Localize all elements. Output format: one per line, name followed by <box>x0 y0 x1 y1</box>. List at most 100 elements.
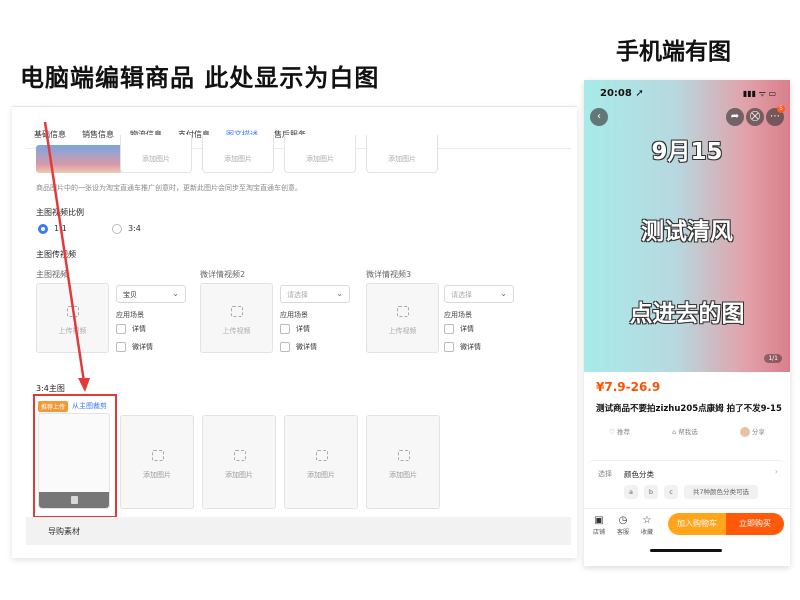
scene-check-detail[interactable]: 详情 <box>116 323 146 335</box>
hero-text-line: 点进去的图 <box>629 301 745 327</box>
sku-label: 选择 <box>598 470 612 478</box>
upload-video-label: 上传视频 <box>222 327 251 335</box>
add-image-tile[interactable]: 添加图片 <box>202 415 276 509</box>
service-icon: ◷ <box>618 515 628 526</box>
add-image-label: 添加图片 <box>389 471 417 479</box>
add-image-slot[interactable]: 添加图片 <box>366 135 438 173</box>
recommend-action[interactable]: ♡ 推荐 <box>609 426 630 437</box>
upload-video-label: 上传视频 <box>58 327 87 335</box>
sku-count-chip[interactable]: 共7种颜色分类可选 <box>684 485 758 499</box>
checkbox[interactable] <box>280 324 290 334</box>
video-label-main: 主图视频 <box>36 270 68 279</box>
annotation-red-box <box>33 394 117 518</box>
checkbox-label: 详情 <box>132 325 146 333</box>
phone-screen: 20:08 ➚ ▮▮▮ ᯤ ▭ ‹ ➦ ⛒ ⋯ 5 9月15 测试清风 点进去的… <box>584 80 790 566</box>
sku-chip[interactable]: c <box>664 485 678 499</box>
checkbox-label: 详情 <box>296 325 310 333</box>
favorite-button[interactable]: ☆ 收藏 <box>636 515 658 536</box>
scene-title: 应用场景 <box>444 311 472 319</box>
checkbox-label: 微详情 <box>296 343 317 351</box>
sku-value: 颜色分类 <box>624 470 654 479</box>
buy-now-button[interactable]: 立即购买 <box>726 513 784 535</box>
hero-text-line: 测试清风 <box>641 219 733 245</box>
add-image-slot[interactable]: 添加图片 <box>284 135 356 173</box>
store-button[interactable]: ▣ 店铺 <box>588 515 610 536</box>
home-indicator <box>650 549 722 552</box>
shopping-material-label: 导购素材 <box>48 527 80 536</box>
add-image-slot[interactable]: 添加图片 <box>120 135 192 173</box>
image-counter: 1/1 <box>764 354 782 363</box>
sku-selector[interactable]: 选择 颜色分类 › a b c 共7种颜色分类可选 <box>588 460 786 506</box>
add-image-label: 添加图片 <box>307 471 335 479</box>
checkbox-label: 微详情 <box>460 343 481 351</box>
add-image-label: 添加图片 <box>225 471 253 479</box>
shopping-material-section: 导购素材 <box>26 517 571 545</box>
add-image-label: 添加图片 <box>224 155 252 163</box>
chevron-down-icon: ⌄ <box>172 289 179 298</box>
store-icon: ▣ <box>594 515 604 526</box>
share-icon[interactable]: ➦ <box>726 108 744 126</box>
image-hint-text: 商品图片中的一张设为淘宝直通车推广创意时，更新此图片会同步至淘宝直通车创意。 <box>36 184 302 192</box>
status-time: 20:08 ➚ <box>600 88 644 99</box>
store-label: 店铺 <box>592 529 605 536</box>
price-range: ¥7.9-26.9 <box>596 380 661 394</box>
video-type-select[interactable]: 请选择 ⌄ <box>444 285 514 303</box>
main-image-thumbnail[interactable] <box>36 145 122 173</box>
status-icons: ▮▮▮ ᯤ ▭ <box>742 89 776 98</box>
scene-check-micro-detail[interactable]: 微详情 <box>444 341 481 353</box>
ratio-radio-1-1[interactable] <box>38 224 48 234</box>
scene-title: 应用场景 <box>116 311 144 319</box>
scene-check-micro-detail[interactable]: 微详情 <box>116 341 153 353</box>
sku-chip[interactable]: a <box>624 485 638 499</box>
upload-video-icon <box>397 306 409 317</box>
add-image-icon <box>152 450 164 461</box>
add-image-label: 添加图片 <box>306 155 334 163</box>
desktop-editor-panel: 基础信息 销售信息 物流信息 支付信息 图文描述 售后服务 添加图片 添加图片 … <box>12 106 577 558</box>
video-type-select[interactable]: 请选择 ⌄ <box>280 285 350 303</box>
add-image-tile[interactable]: 添加图片 <box>366 415 440 509</box>
upload-video-label: 上传视频 <box>388 327 417 335</box>
upload-video-box[interactable]: 上传视频 <box>200 283 273 353</box>
upload-video-box[interactable]: 上传视频 <box>36 283 109 353</box>
video-ratio-title: 主图视频比例 <box>36 208 84 217</box>
ratio-label-3-4: 3:4 <box>128 224 141 233</box>
checkbox[interactable] <box>444 324 454 334</box>
sku-chip[interactable]: b <box>644 485 658 499</box>
add-image-tile[interactable]: 添加图片 <box>120 415 194 509</box>
service-button[interactable]: ◷ 客服 <box>612 515 634 536</box>
hero-text-line: 9月15 <box>651 139 723 165</box>
video-type-select-value: 宝贝 <box>123 291 137 299</box>
checkbox[interactable] <box>116 342 126 352</box>
caption-right: 手机端有图 <box>616 39 731 65</box>
add-to-cart-button[interactable]: 加入购物车 <box>668 513 726 535</box>
checkbox[interactable] <box>280 342 290 352</box>
checkbox-label: 微详情 <box>132 343 153 351</box>
video-label-micro-3: 微详情视频3 <box>366 270 412 279</box>
product-actions: ♡ 推荐 ⌂ 帮我选 分享 <box>588 426 786 437</box>
add-image-label: 添加图片 <box>142 155 170 163</box>
checkbox[interactable] <box>116 324 126 334</box>
share-action[interactable]: 分享 <box>739 426 765 437</box>
cart-count-badge: 5 <box>777 105 785 113</box>
back-icon[interactable]: ‹ <box>590 108 608 126</box>
ratio-radio-3-4[interactable] <box>112 224 122 234</box>
add-image-label: 添加图片 <box>143 471 171 479</box>
checkbox[interactable] <box>444 342 454 352</box>
product-title: 测试商品不要拍zizhu205点康姆 拍了不发9-15 <box>596 404 782 414</box>
video-type-select[interactable]: 宝贝 ⌄ <box>116 285 186 303</box>
chevron-down-icon: ⌄ <box>336 289 343 298</box>
scene-check-micro-detail[interactable]: 微详情 <box>280 341 317 353</box>
help-choose-action[interactable]: ⌂ 帮我选 <box>672 426 698 437</box>
scene-check-detail[interactable]: 详情 <box>280 323 310 335</box>
add-image-tile[interactable]: 添加图片 <box>284 415 358 509</box>
upload-video-box[interactable]: 上传视频 <box>366 283 439 353</box>
share-label: 分享 <box>751 428 765 436</box>
product-hero-image[interactable]: 20:08 ➚ ▮▮▮ ᯤ ▭ ‹ ➦ ⛒ ⋯ 5 9月15 测试清风 点进去的… <box>584 80 790 372</box>
add-image-icon <box>234 450 246 461</box>
scene-check-detail[interactable]: 详情 <box>444 323 474 335</box>
cart-icon[interactable]: ⛒ <box>746 108 764 126</box>
add-image-icon <box>316 450 328 461</box>
add-image-label: 添加图片 <box>388 155 416 163</box>
add-image-slot[interactable]: 添加图片 <box>202 135 274 173</box>
video-type-select-value: 请选择 <box>287 291 308 299</box>
